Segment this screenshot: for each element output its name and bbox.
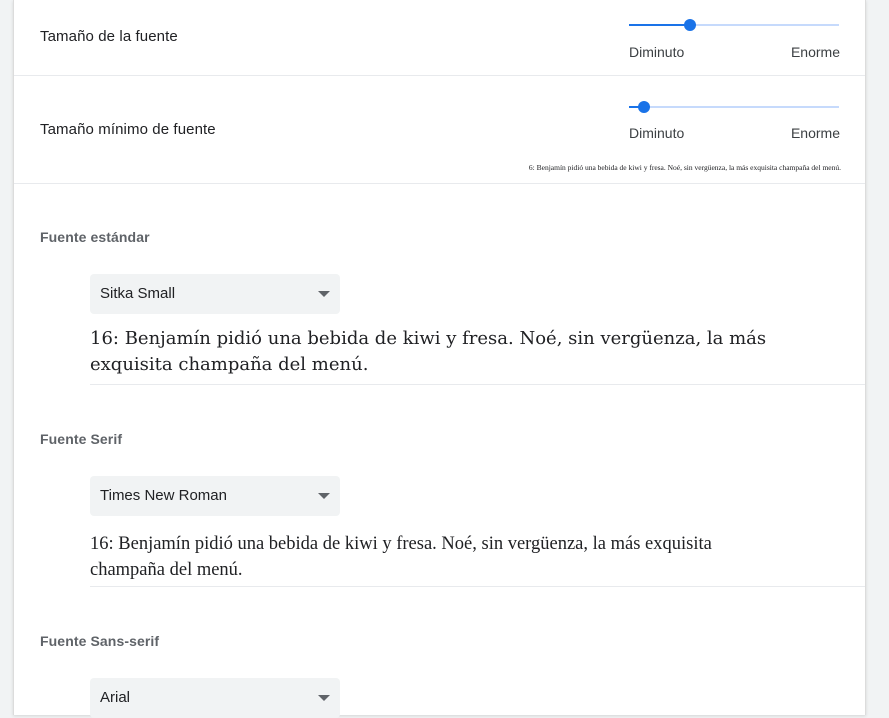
font-size-label: Tamaño de la fuente	[40, 28, 178, 45]
min-font-size-max-label: Enorme	[790, 125, 840, 141]
standard-font-select[interactable]: Sitka Small	[90, 274, 340, 314]
font-size-min-label: Diminuto	[629, 44, 685, 60]
slider-knob[interactable]	[684, 19, 696, 31]
divider	[14, 75, 865, 76]
appearance-fonts-card: Tamaño de la fuente Diminuto Enorme Tama…	[13, 0, 866, 718]
serif-font-select[interactable]: Times New Roman	[90, 476, 340, 516]
min-font-size-label: Tamaño mínimo de fuente	[40, 121, 216, 138]
sans-serif-font-select[interactable]: Arial	[90, 678, 340, 718]
sans-serif-font-selected: Arial	[100, 689, 131, 706]
serif-font-heading: Fuente Serif	[40, 431, 123, 447]
standard-font-sample: 16: Benjamín pidió una bebida de kiwi y …	[90, 328, 767, 375]
slider-knob[interactable]	[638, 101, 650, 113]
standard-font-heading: Fuente estándar	[40, 229, 150, 245]
divider	[90, 384, 865, 385]
min-font-size-min-label: Diminuto	[629, 125, 685, 141]
chevron-down-icon	[318, 695, 330, 701]
slider-fill	[629, 24, 690, 26]
chevron-down-icon	[318, 291, 330, 297]
divider	[14, 183, 865, 184]
serif-font-sample: 16: Benjamín pidió una bebida de kiwi y …	[90, 534, 712, 580]
divider	[90, 586, 865, 587]
sans-serif-font-heading: Fuente Sans-serif	[40, 633, 160, 649]
font-size-max-label: Enorme	[790, 44, 840, 60]
serif-font-selected: Times New Roman	[100, 487, 227, 504]
font-size-slider[interactable]	[629, 12, 841, 38]
slider-track	[629, 106, 839, 108]
min-font-size-slider[interactable]	[629, 94, 841, 120]
chevron-down-icon	[318, 493, 330, 499]
min-font-size-sample: 6: Benjamín pidió una bebida de kiwi y f…	[528, 163, 841, 172]
standard-font-selected: Sitka Small	[100, 285, 176, 302]
